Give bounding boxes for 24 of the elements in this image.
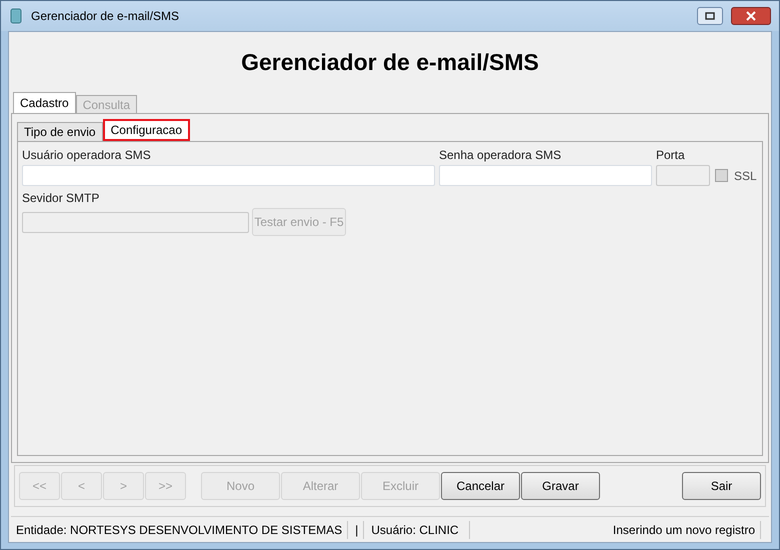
app-icon — [9, 8, 23, 24]
tab[interactable]: Tipo de envio — [17, 122, 103, 141]
close-icon — [746, 11, 756, 21]
action-button[interactable]: Gravar — [521, 472, 600, 500]
field-label: Usuário operadora SMS — [22, 147, 152, 164]
status-text: Entidade: NORTESYS DESENVOLVIMENTO DE SISTEMAS — [11, 520, 348, 538]
status-text: Usuário: CLINIC — [366, 520, 470, 538]
tab[interactable]: Cadastro — [13, 92, 76, 113]
checkbox-label: SSL — [734, 168, 757, 184]
status-text: Inserindo um novo registro — [608, 520, 761, 538]
page-heading: Gerenciador de e-mail/SMS — [241, 48, 539, 77]
restore-icon — [705, 12, 715, 20]
exit-button[interactable]: Sair — [682, 472, 761, 500]
field-label: Senha operadora SMS — [439, 147, 562, 164]
window-title: Gerenciador de e-mail/SMS — [31, 8, 180, 25]
status-text: | — [350, 520, 364, 538]
tab[interactable]: Configuracao — [102, 119, 190, 141]
restore-button[interactable] — [697, 7, 723, 25]
field-label: Sevidor SMTP — [22, 190, 100, 207]
input-field[interactable] — [439, 165, 652, 186]
close-button[interactable] — [731, 7, 771, 25]
action-button[interactable]: Cancelar — [441, 472, 520, 500]
input-field[interactable] — [22, 165, 435, 186]
field-label: Porta — [656, 147, 686, 164]
